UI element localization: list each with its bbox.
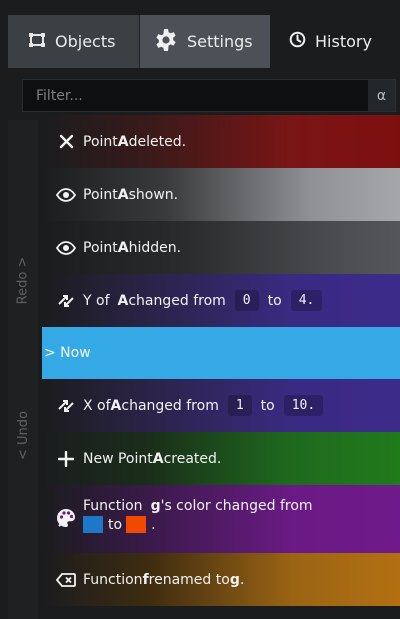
filter-bar: α — [22, 79, 396, 112]
tab-bar: Objects Settings History — [8, 15, 400, 68]
history-list: Point A deleted. Point A shown. Point A … — [42, 115, 400, 606]
now-label: > Now — [44, 345, 91, 361]
history-now-marker[interactable]: > Now — [42, 327, 400, 379]
history-item-text: X of A changed from 1 to 10. — [83, 395, 332, 416]
history-panel: Objects Settings History α Redo > < Undo… — [0, 0, 400, 619]
new-value: 10. — [283, 395, 324, 416]
history-item-renamed[interactable]: Function f renamed to g. — [42, 553, 400, 606]
undo-redo-sidebar — [8, 120, 38, 619]
tab-objects[interactable]: Objects — [8, 15, 139, 68]
tab-history[interactable]: History — [270, 15, 400, 68]
eye-icon — [52, 187, 80, 202]
history-item-y-changed[interactable]: Y of A changed from 0 to 4. — [42, 274, 400, 327]
move-icon — [52, 397, 80, 415]
history-item-text: Point A shown. — [83, 186, 179, 203]
history-item-text: Y of A changed from 0 to 4. — [83, 290, 331, 311]
close-icon — [52, 134, 80, 149]
new-value: 4. — [290, 290, 323, 311]
tab-settings-label: Settings — [187, 32, 253, 51]
move-icon — [52, 292, 80, 310]
undo-label: < Undo — [15, 410, 31, 460]
rename-icon — [52, 572, 80, 587]
old-color-swatch — [83, 516, 103, 533]
history-item-text: Function f renamed to g. — [83, 571, 245, 588]
tab-history-label: History — [315, 32, 372, 51]
old-value: 1 — [227, 395, 252, 416]
tab-settings[interactable]: Settings — [139, 15, 270, 68]
clock-icon — [289, 31, 306, 52]
objects-icon — [28, 32, 46, 52]
history-item-hidden[interactable]: Point A hidden. — [42, 221, 400, 274]
history-item-deleted[interactable]: Point A deleted. — [42, 115, 400, 168]
list-footer — [42, 608, 400, 619]
palette-icon — [52, 508, 80, 528]
history-item-color-changed[interactable]: Function g's color changed from to. — [42, 485, 400, 553]
history-item-text: Function g's color changed from to. — [83, 498, 313, 533]
plus-icon — [52, 450, 80, 467]
old-value: 0 — [234, 290, 259, 311]
history-item-created[interactable]: New Point A created. — [42, 432, 400, 485]
history-item-shown[interactable]: Point A shown. — [42, 168, 400, 221]
eye-icon — [52, 240, 80, 255]
new-color-swatch — [126, 516, 147, 533]
gear-icon — [154, 28, 178, 56]
tab-objects-label: Objects — [55, 32, 116, 51]
filter-input[interactable] — [23, 80, 368, 111]
redo-label: Redo > — [15, 256, 31, 304]
history-item-text: Point A hidden. — [83, 239, 182, 256]
alpha-sort-button[interactable]: α — [368, 80, 395, 111]
history-item-text: Point A deleted. — [83, 133, 187, 150]
history-item-x-changed[interactable]: X of A changed from 1 to 10. — [42, 379, 400, 432]
history-item-text: New Point A created. — [83, 450, 222, 467]
